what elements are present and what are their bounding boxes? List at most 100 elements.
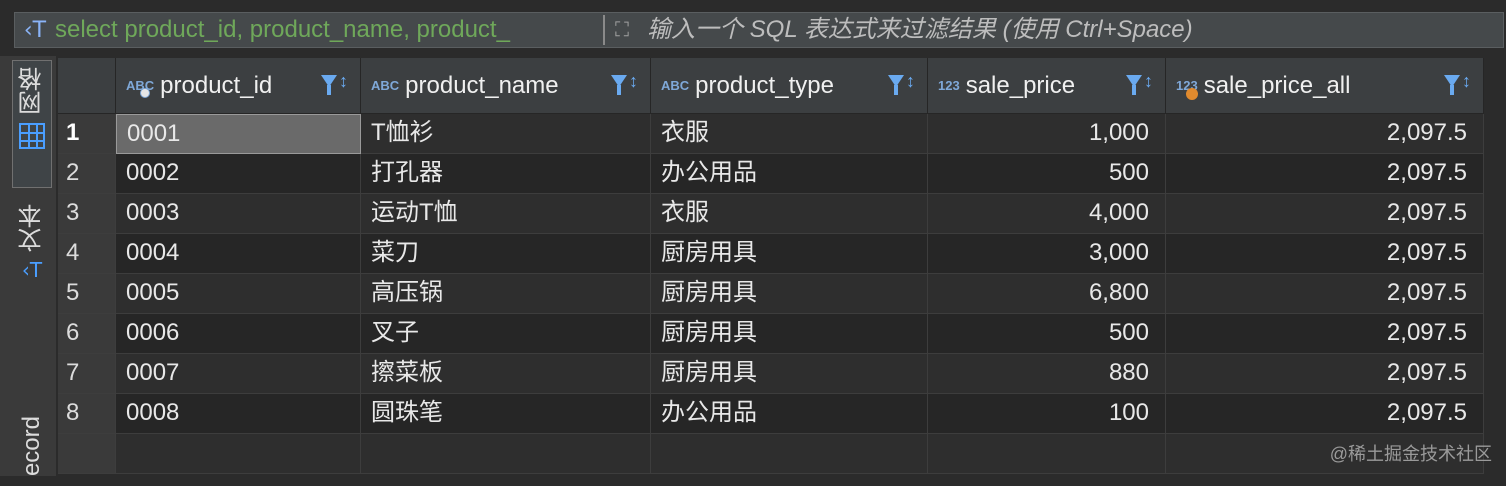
cell-product-name[interactable]: T恤衫 [361,114,651,154]
table-row[interactable]: 6 0006 叉子 厨房用具 500 2,097.5 [58,314,1484,354]
cell-sale-price-all[interactable]: 2,097.5 [1166,114,1484,154]
string-type-icon: ABC [661,78,690,93]
table-row[interactable]: 4 0004 菜刀 厨房用具 3,000 2,097.5 [58,234,1484,274]
cell-product-name[interactable]: 打孔器 [361,154,651,194]
column-label: sale_price_all [1203,71,1351,99]
cell-product-id[interactable]: 0007 [116,354,361,394]
cell-sale-price[interactable]: 1,000 [928,114,1166,154]
cell-product-name[interactable]: 菜刀 [361,234,651,274]
filter-icon[interactable] [321,75,337,95]
cell-product-type[interactable]: 厨房用具 [651,354,928,394]
sort-icon[interactable]: ↕ [906,72,915,90]
row-number[interactable]: 8 [58,394,116,434]
cell-product-type[interactable]: 衣服 [651,194,928,234]
row-number[interactable]: 1 [58,114,116,154]
cell-product-type[interactable]: 厨房用具 [651,314,928,354]
cell-product-name[interactable]: 圆珠笔 [361,394,651,434]
sort-icon[interactable]: ↕ [629,72,638,90]
row-number[interactable]: 2 [58,154,116,194]
cell-sale-price[interactable]: 6,800 [928,274,1166,314]
number-type-icon: 123 [938,78,960,93]
tab-grid[interactable]: 网格 [12,60,52,188]
cell-sale-price-all[interactable]: 2,097.5 [1166,194,1484,234]
cell-product-name[interactable]: 高压锅 [361,274,651,314]
cell-sale-price[interactable]: 500 [928,154,1166,194]
cell-sale-price-all[interactable]: 2,097.5 [1166,394,1484,434]
column-header-product-name[interactable]: ABC product_name ↕ [361,58,651,114]
cell-product-type[interactable]: 衣服 [651,114,928,154]
cell-sale-price-all[interactable]: 2,097.5 [1166,274,1484,314]
grid-icon [19,123,45,149]
side-panel: 网格 文本 ‹T ecord [0,56,56,476]
text-filter-icon: ‹T [23,17,47,43]
row-number[interactable]: 3 [58,194,116,234]
column-header-product-type[interactable]: ABC product_type ↕ [651,58,928,114]
row-number[interactable]: 5 [58,274,116,314]
cell-product-id[interactable]: 0008 [116,394,361,434]
column-header-sale-price-all[interactable]: 123 sale_price_all ↕ [1166,58,1484,114]
cell-product-id[interactable]: 0005 [116,274,361,314]
row-number[interactable]: 4 [58,234,116,274]
cell-product-id[interactable]: 0003 [116,194,361,234]
cell-product-id[interactable]: 0006 [116,314,361,354]
cell-sale-price-all[interactable]: 2,097.5 [1166,154,1484,194]
column-label: sale_price [965,71,1076,99]
cell-sale-price[interactable]: 500 [928,314,1166,354]
empty-row [58,434,1484,474]
expand-icon[interactable]: ⛶ [605,12,639,48]
tab-grid-label: 网格 [18,67,46,115]
column-label: product_name [405,71,559,99]
filter-icon[interactable] [611,75,627,95]
empty-cell [651,434,928,474]
table-row[interactable]: 1 0001 T恤衫 衣服 1,000 2,097.5 [58,114,1484,154]
filter-input[interactable]: 输入一个 SQL 表达式来过滤结果 (使用 Ctrl+Space) [647,12,1193,48]
table-row[interactable]: 8 0008 圆珠笔 办公用品 100 2,097.5 [58,394,1484,434]
cell-product-id[interactable]: 0002 [116,154,361,194]
filter-icon[interactable] [1126,75,1142,95]
filter-sql-text[interactable]: select product_id, product_name, product… [55,12,593,48]
cell-sale-price-all[interactable]: 2,097.5 [1166,314,1484,354]
cell-sale-price[interactable]: 3,000 [928,234,1166,274]
cell-sale-price-all[interactable]: 2,097.5 [1166,354,1484,394]
cell-product-id[interactable]: 0001 [116,114,361,154]
empty-cell [116,434,361,474]
column-header-sale-price[interactable]: 123 sale_price ↕ [928,58,1166,114]
results-grid: ABC product_id ↕ ABC product_name ↕ ABC … [58,58,1484,474]
filter-bar[interactable]: ‹T select product_id, product_name, prod… [14,12,1504,48]
cell-product-id[interactable]: 0004 [116,234,361,274]
row-number[interactable]: 7 [58,354,116,394]
string-type-icon: ABC [371,78,400,93]
cell-sale-price[interactable]: 880 [928,354,1166,394]
sort-icon[interactable]: ↕ [339,72,348,90]
cell-product-type[interactable]: 厨房用具 [651,234,928,274]
row-number[interactable]: 6 [58,314,116,354]
tab-record-label: ecord [18,416,45,477]
empty-cell [361,434,651,474]
watermark: @稀土掘金技术社区 [1329,444,1492,464]
table-row[interactable]: 5 0005 高压锅 厨房用具 6,800 2,097.5 [58,274,1484,314]
string-type-icon: ABC [126,78,154,98]
key-icon [140,88,150,98]
cell-product-type[interactable]: 厨房用具 [651,274,928,314]
cell-sale-price[interactable]: 100 [928,394,1166,434]
table-row[interactable]: 3 0003 运动T恤 衣服 4,000 2,097.5 [58,194,1484,234]
cell-product-type[interactable]: 办公用品 [651,154,928,194]
cell-sale-price-all[interactable]: 2,097.5 [1166,234,1484,274]
sort-icon[interactable]: ↕ [1462,72,1471,90]
sort-icon[interactable]: ↕ [1144,72,1153,90]
calculated-dot-icon [1186,88,1198,100]
corner-cell[interactable] [58,58,116,114]
empty-cell [928,434,1166,474]
cell-product-name[interactable]: 运动T恤 [361,194,651,234]
column-header-product-id[interactable]: ABC product_id ↕ [116,58,361,114]
cell-product-name[interactable]: 擦菜板 [361,354,651,394]
header-row: ABC product_id ↕ ABC product_name ↕ ABC … [58,58,1484,114]
filter-icon[interactable] [1444,75,1460,95]
table-row[interactable]: 7 0007 擦菜板 厨房用具 880 2,097.5 [58,354,1484,394]
cell-sale-price[interactable]: 4,000 [928,194,1166,234]
table-row[interactable]: 2 0002 打孔器 办公用品 500 2,097.5 [58,154,1484,194]
cell-product-type[interactable]: 办公用品 [651,394,928,434]
tab-text[interactable]: 文本 ‹T [12,204,52,324]
filter-icon[interactable] [888,75,904,95]
cell-product-name[interactable]: 叉子 [361,314,651,354]
